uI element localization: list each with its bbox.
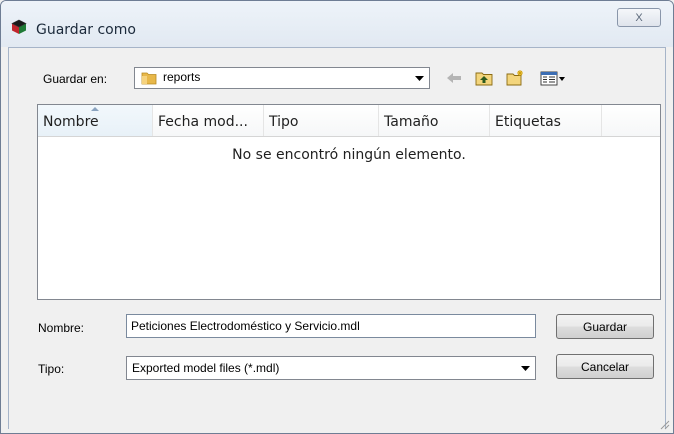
window-title: Guardar como	[36, 22, 136, 38]
column-header-nombre[interactable]: Nombre	[38, 105, 153, 136]
location-combo[interactable]: reports	[134, 67, 430, 89]
filename-field[interactable]: Peticiones Electrodoméstico y Servicio.m…	[126, 314, 536, 338]
cancel-button[interactable]: Cancelar	[556, 354, 654, 379]
location-label: Guardar en:	[43, 72, 108, 86]
save-button[interactable]: Guardar	[556, 314, 654, 339]
column-label: Tipo	[269, 114, 299, 130]
column-label: Nombre	[43, 114, 99, 130]
folder-icon	[141, 72, 157, 85]
column-header-fecha[interactable]: Fecha mod...	[153, 105, 264, 136]
close-button[interactable]: X	[617, 8, 661, 27]
filetype-select[interactable]: Exported model files (*.mdl)	[126, 356, 536, 380]
chevron-down-icon	[414, 75, 424, 81]
location-value: reports	[163, 70, 201, 84]
save-button-label: Guardar	[582, 319, 628, 334]
empty-list-message: No se encontró ningún elemento.	[232, 147, 466, 163]
column-label: Fecha mod...	[158, 114, 248, 130]
chevron-down-icon	[520, 365, 530, 371]
resize-grip-icon[interactable]	[658, 418, 670, 430]
up-folder-icon[interactable]	[474, 69, 494, 87]
close-icon: X	[635, 11, 643, 24]
filetype-value: Exported model files (*.mdl)	[132, 361, 280, 375]
back-arrow-icon[interactable]	[445, 69, 465, 87]
filename-value: Peticiones Electrodoméstico y Servicio.m…	[131, 319, 360, 333]
column-header-tamano[interactable]: Tamaño	[379, 105, 490, 136]
column-label: Etiquetas	[495, 114, 561, 130]
new-folder-icon[interactable]	[505, 69, 525, 87]
location-dropdown-button[interactable]	[411, 70, 427, 86]
filename-label: Nombre:	[38, 321, 85, 335]
sort-ascending-icon	[91, 107, 99, 111]
column-header-etiquetas[interactable]: Etiquetas	[490, 105, 602, 136]
filetype-dropdown-button[interactable]	[517, 359, 533, 377]
filetype-label: Tipo:	[38, 362, 65, 376]
file-list[interactable]: Nombre Fecha mod... Tipo Tamaño Etiqueta…	[37, 104, 661, 300]
file-list-header: Nombre Fecha mod... Tipo Tamaño Etiqueta…	[38, 105, 660, 137]
title-bar[interactable]: Guardar como X	[1, 1, 673, 47]
save-as-dialog: Guardar como X Guardar en: reports Nombr…	[0, 0, 674, 434]
cancel-button-label: Cancelar	[580, 359, 630, 374]
app-cube-icon	[11, 19, 27, 34]
column-header-tipo[interactable]: Tipo	[264, 105, 379, 136]
column-label: Tamaño	[384, 114, 439, 130]
view-menu-icon[interactable]	[539, 69, 567, 87]
